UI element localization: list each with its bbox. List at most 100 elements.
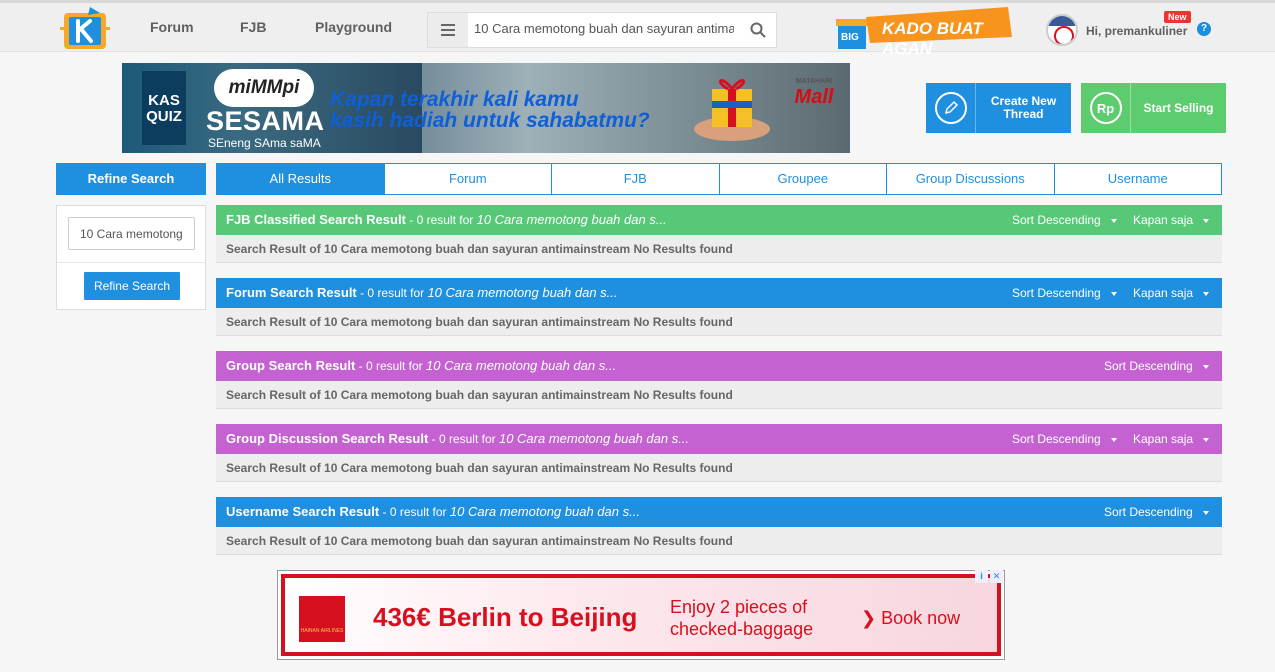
ad-airline-name: HAINAN AIRLINES [300,628,344,634]
result-header: Username Search Result - 0 result for 10… [216,497,1222,527]
result-query: 10 Cara memotong buah dan s... [449,504,640,519]
create-thread-label-line2: Thread [1003,107,1044,121]
banner-subtitle: SEneng SAma saMA [208,136,321,150]
group-discussion-result-section: Group Discussion Search Result - 0 resul… [216,424,1222,482]
start-selling-label: Start Selling [1143,100,1214,115]
tab-fjb[interactable]: FJB [552,163,720,195]
result-title: FJB Classified Search Result - 0 result … [226,212,667,227]
book-now-label: Book now [881,608,961,628]
result-title: Group Discussion Search Result - 0 resul… [226,431,689,446]
ad-offer-line2: checked-baggage [670,619,814,639]
time-dropdown[interactable]: Kapan saja [1133,213,1210,227]
create-new-thread-button[interactable]: Create New Thread [926,83,1071,133]
username-result-section: Username Search Result - 0 result for 10… [216,497,1222,555]
banner-title: SESAMA [206,106,325,136]
time-dropdown-label: Kapan saja [1133,213,1194,227]
matahari-mall-logo: MATAHARI Mall [786,77,842,117]
promo-kado-buat-agan[interactable]: BIG KADO BUAT AGAN [836,7,1014,58]
sort-dropdown[interactable]: Sort Descending [1012,286,1117,300]
hainan-airlines-ad[interactable]: HAINAN AIRLINES 436€ Berlin to Beijing E… [277,570,1005,660]
caret-down-icon [1203,437,1210,442]
forum-result-section: Forum Search Result - 0 result for 10 Ca… [216,278,1222,336]
sort-dropdown-label: Sort Descending [1104,359,1193,373]
result-title-text: Group Discussion Search Result [226,431,429,446]
result-title-text: Group Search Result [226,358,356,373]
nav-playground[interactable]: Playground [315,19,392,35]
group-result-section: Group Search Result - 0 result for 10 Ca… [216,351,1222,409]
caret-down-icon [1110,218,1117,223]
ad-close-icon[interactable]: ✕ [990,570,1003,583]
user-greeting[interactable]: Hi, premankuliner [1086,24,1187,38]
result-header: Forum Search Result - 0 result for 10 Ca… [216,278,1222,308]
sort-dropdown[interactable]: Sort Descending [1104,359,1209,373]
result-meta: - 0 result for [356,286,428,300]
avatar[interactable] [1046,14,1078,46]
result-title-text: Username Search Result [226,504,380,519]
result-title: Username Search Result - 0 result for 10… [226,504,640,519]
tab-forum[interactable]: Forum [384,163,552,195]
refine-search-input[interactable] [68,217,195,250]
nav-forum[interactable]: Forum [150,19,194,35]
tab-username[interactable]: Username [1054,163,1222,195]
kaskus-logo[interactable] [60,5,116,53]
tab-group-discussions[interactable]: Group Discussions [887,163,1055,195]
caret-down-icon [1202,364,1209,369]
refine-search-button[interactable]: Refine Search [84,272,180,300]
time-dropdown[interactable]: Kapan saja [1133,432,1210,446]
result-meta: - 0 result for [379,505,450,519]
result-query: 10 Cara memotong buah dan s... [498,431,690,446]
divider [57,262,205,263]
promo-text: KADO BUAT AGAN [882,19,983,58]
kas-quiz-banner[interactable]: KAS QUIZ miMMpi SESAMA SEneng SAma saMA … [122,63,850,153]
result-body: Search Result of 10 Cara memotong buah d… [216,308,1222,336]
tab-groupee[interactable]: Groupee [719,163,887,195]
caret-down-icon [1110,291,1117,296]
start-selling-button[interactable]: Rp Start Selling [1081,83,1226,133]
result-header: FJB Classified Search Result - 0 result … [216,205,1222,235]
header-search [427,12,777,48]
result-meta: - 0 result for [405,213,477,227]
sort-dropdown[interactable]: Sort Descending [1012,432,1117,446]
result-tabs: All Results Forum FJB Groupee Group Disc… [216,163,1222,195]
gift-icon [694,79,770,141]
search-input[interactable] [474,21,734,36]
nav-fjb[interactable]: FJB [240,19,266,35]
ad-offer-line1: Enjoy 2 pieces of [670,597,808,617]
result-header: Group Discussion Search Result - 0 resul… [216,424,1222,454]
chevron-right-icon: ❯ [861,608,877,628]
result-body: Search Result of 10 Cara memotong buah d… [216,527,1222,555]
caret-down-icon [1202,510,1209,515]
tab-all-results[interactable]: All Results [216,163,385,195]
hainan-airlines-logo: HAINAN AIRLINES [299,596,345,642]
time-dropdown[interactable]: Kapan saja [1133,286,1210,300]
ad-controls: i ✕ [975,570,1005,584]
result-body: Search Result of 10 Cara memotong buah d… [216,381,1222,409]
banner-headline-line1: Kapan terakhir kali kamu [330,88,579,111]
result-title-text: Forum Search Result [226,285,357,300]
sort-dropdown[interactable]: Sort Descending [1012,213,1117,227]
menu-icon[interactable] [428,13,468,47]
sort-dropdown-label: Sort Descending [1104,505,1193,519]
create-thread-label: Create New Thread [976,83,1071,133]
sort-dropdown-label: Sort Descending [1012,432,1101,446]
fjb-result-section: FJB Classified Search Result - 0 result … [216,205,1222,263]
sort-dropdown-label: Sort Descending [1012,286,1101,300]
result-meta: - 0 result for [355,359,426,373]
result-query: 10 Cara memotong buah dan s... [476,212,667,227]
time-dropdown-label: Kapan saja [1133,432,1194,446]
result-meta: - 0 result for [428,432,499,446]
refine-search-header: Refine Search [56,163,206,195]
kas-quiz-badge: KAS QUIZ [142,71,186,145]
result-body: Search Result of 10 Cara memotong buah d… [216,454,1222,482]
result-title-text: FJB Classified Search Result [226,212,406,227]
help-icon[interactable]: ? [1197,22,1211,36]
banner-headline-line2: kasih hadiah untuk sahabatmu? [330,109,650,132]
sort-dropdown[interactable]: Sort Descending [1104,505,1209,519]
mall-logo-name: Mall [794,86,834,108]
ad-info-icon[interactable]: i [975,570,988,583]
search-icon[interactable] [750,22,766,38]
top-header: Forum FJB Playground BIG KADO BUAT AGAN … [0,0,1275,58]
book-now-button[interactable]: ❯ Book now [861,608,960,629]
rupiah-icon: Rp [1089,92,1122,124]
mimmpi-cloud: miMMpi [214,69,314,107]
